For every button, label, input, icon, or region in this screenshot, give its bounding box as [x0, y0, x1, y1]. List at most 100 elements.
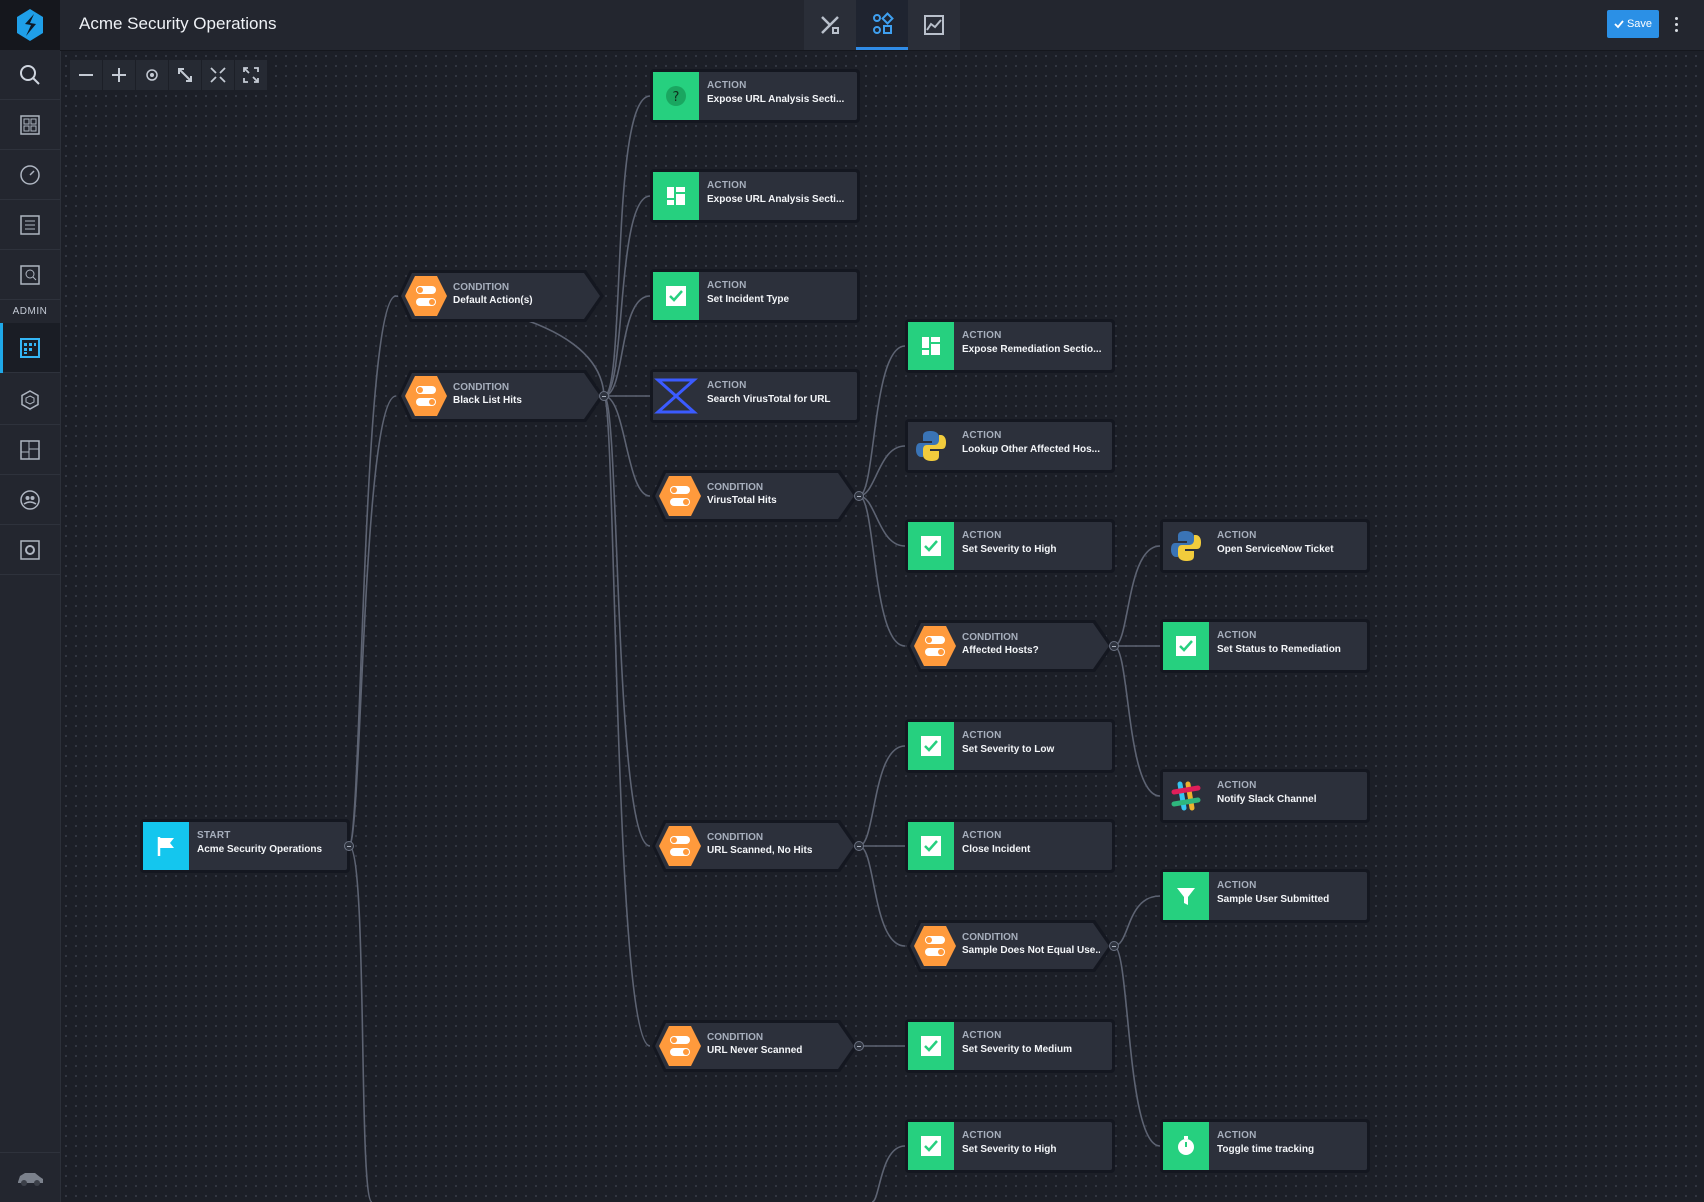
action-node-expose-url-analysis-2[interactable]: ACTION Expose URL Analysis Secti...: [650, 169, 860, 223]
node-label: Notify Slack Channel: [1217, 794, 1317, 805]
node-label: Close Incident: [962, 844, 1031, 855]
node-label: Set Severity to High: [962, 544, 1057, 555]
node-type: ACTION: [962, 1030, 1002, 1041]
zoom-in-icon: [112, 68, 126, 82]
node-label: Set Severity to Medium: [962, 1044, 1073, 1055]
checkbox-icon: [908, 722, 954, 770]
node-label: Set Incident Type: [707, 294, 790, 305]
node-type: START: [197, 830, 231, 841]
action-node-open-servicenow[interactable]: ACTION Open ServiceNow Ticket: [1160, 519, 1370, 573]
node-label: Acme Security Operations: [197, 844, 323, 855]
checkbox-icon: [908, 522, 954, 570]
node-type: ACTION: [1217, 530, 1257, 541]
node-type: ACTION: [707, 80, 747, 91]
node-type: ACTION: [1217, 780, 1257, 791]
node-label: Affected Hosts?: [962, 645, 1039, 656]
connector-collapse-dot[interactable]: [1109, 941, 1119, 951]
action-node-toggle-time-tracking[interactable]: ACTION Toggle time tracking: [1160, 1119, 1370, 1173]
node-type: ACTION: [962, 830, 1002, 841]
action-node-notify-slack[interactable]: ACTION Notify Slack Channel: [1160, 769, 1370, 823]
connector-collapse-dot[interactable]: [344, 841, 354, 851]
zoom-out-icon: [79, 74, 93, 76]
condition-node-black-list-hits[interactable]: CONDITION Black List Hits: [396, 369, 606, 423]
connector-collapse-dot[interactable]: [1109, 641, 1119, 651]
toggle-icon: [405, 276, 447, 316]
zoom-toolbar: [70, 60, 268, 90]
toggle-icon: [405, 376, 447, 416]
action-node-lookup-affected-hosts[interactable]: ACTION Lookup Other Affected Hos...: [905, 419, 1115, 473]
node-type: ACTION: [962, 330, 1002, 341]
timer-icon: [1163, 1122, 1209, 1170]
condition-node-url-never-scanned[interactable]: CONDITION URL Never Scanned: [650, 1019, 860, 1073]
checkbox-icon: [908, 1022, 954, 1070]
action-node-search-virustotal[interactable]: ACTION Search VirusTotal for URL: [650, 369, 860, 423]
svg-text:?: ?: [673, 90, 680, 105]
zoom-in-button[interactable]: [103, 60, 136, 90]
node-label: Expose Remediation Sectio...: [962, 344, 1102, 355]
node-label: Black List Hits: [453, 395, 522, 406]
node-label: Expose URL Analysis Secti...: [707, 94, 845, 105]
action-node-set-severity-high-1[interactable]: ACTION Set Severity to High: [905, 519, 1115, 573]
node-label: Expose URL Analysis Secti...: [707, 194, 845, 205]
condition-node-url-scanned-no-hits[interactable]: CONDITION URL Scanned, No Hits: [650, 819, 860, 873]
condition-node-affected-hosts[interactable]: CONDITION Affected Hosts?: [905, 619, 1115, 673]
start-node[interactable]: START Acme Security Operations: [140, 819, 350, 873]
condition-node-default-actions[interactable]: CONDITION Default Action(s): [396, 269, 606, 323]
node-type: ACTION: [1217, 1130, 1257, 1141]
app-window: ADMIN Acme Security Operations Save ? AC…: [0, 0, 1704, 1202]
node-type: CONDITION: [707, 1032, 764, 1043]
center-button[interactable]: [136, 60, 169, 90]
flag-icon: [143, 822, 189, 870]
expand-button[interactable]: [235, 60, 268, 90]
node-label: URL Scanned, No Hits: [707, 845, 813, 856]
virustotal-sigma-icon: [653, 372, 699, 420]
action-node-set-status-remediation[interactable]: ACTION Set Status to Remediation: [1160, 619, 1370, 673]
node-type: CONDITION: [962, 932, 1019, 943]
action-node-sample-user-submitted[interactable]: ACTION Sample User Submitted: [1160, 869, 1370, 923]
action-node-close-incident[interactable]: ACTION Close Incident: [905, 819, 1115, 873]
zoom-out-button[interactable]: [70, 60, 103, 90]
python-icon: [1163, 522, 1209, 570]
fit-icon: [178, 68, 192, 82]
node-type: ACTION: [1217, 880, 1257, 891]
node-label: Search VirusTotal for URL: [707, 394, 831, 405]
node-label: Toggle time tracking: [1217, 1144, 1315, 1155]
collapse-icon: [210, 67, 226, 83]
connector-collapse-dot[interactable]: [854, 841, 864, 851]
node-type: ACTION: [707, 380, 747, 391]
action-node-set-incident-type[interactable]: ACTION Set Incident Type: [650, 269, 860, 323]
slack-icon: [1163, 772, 1209, 820]
connector-collapse-dot[interactable]: [854, 1041, 864, 1051]
layout-icon: [908, 322, 954, 370]
node-label: Set Severity to High: [962, 1144, 1057, 1155]
toggle-icon: [659, 826, 701, 866]
checkbox-icon: [1163, 622, 1209, 670]
layout-icon: [653, 172, 699, 220]
node-label: Set Severity to Low: [962, 744, 1055, 755]
toggle-icon: [914, 926, 956, 966]
toggle-icon: [659, 1026, 701, 1066]
filter-icon: [1163, 872, 1209, 920]
node-type: ACTION: [962, 1130, 1002, 1141]
node-label: Lookup Other Affected Hos...: [962, 444, 1100, 455]
action-node-expose-remediation[interactable]: ACTION Expose Remediation Sectio...: [905, 319, 1115, 373]
action-node-set-severity-medium[interactable]: ACTION Set Severity to Medium: [905, 1019, 1115, 1073]
help-icon: ?: [653, 72, 699, 120]
collapse-button[interactable]: [202, 60, 235, 90]
node-type: ACTION: [962, 530, 1002, 541]
node-label: Set Status to Remediation: [1217, 644, 1341, 655]
action-node-set-severity-high-2[interactable]: ACTION Set Severity to High: [905, 1119, 1115, 1173]
fit-button[interactable]: [169, 60, 202, 90]
condition-node-sample-not-equal[interactable]: CONDITION Sample Does Not Equal Use...: [905, 919, 1115, 973]
action-node-set-severity-low[interactable]: ACTION Set Severity to Low: [905, 719, 1115, 773]
node-type: CONDITION: [453, 282, 510, 293]
connector-collapse-dot[interactable]: [599, 391, 609, 401]
python-icon: [908, 422, 954, 470]
action-node-expose-url-analysis-1[interactable]: ? ACTION Expose URL Analysis Secti...: [650, 69, 860, 123]
node-type: ACTION: [962, 730, 1002, 741]
connector-collapse-dot[interactable]: [854, 491, 864, 501]
node-type: ACTION: [1217, 630, 1257, 641]
condition-node-virustotal-hits[interactable]: CONDITION VirusTotal Hits: [650, 469, 860, 523]
toggle-icon: [659, 476, 701, 516]
node-label: Default Action(s): [453, 295, 533, 306]
